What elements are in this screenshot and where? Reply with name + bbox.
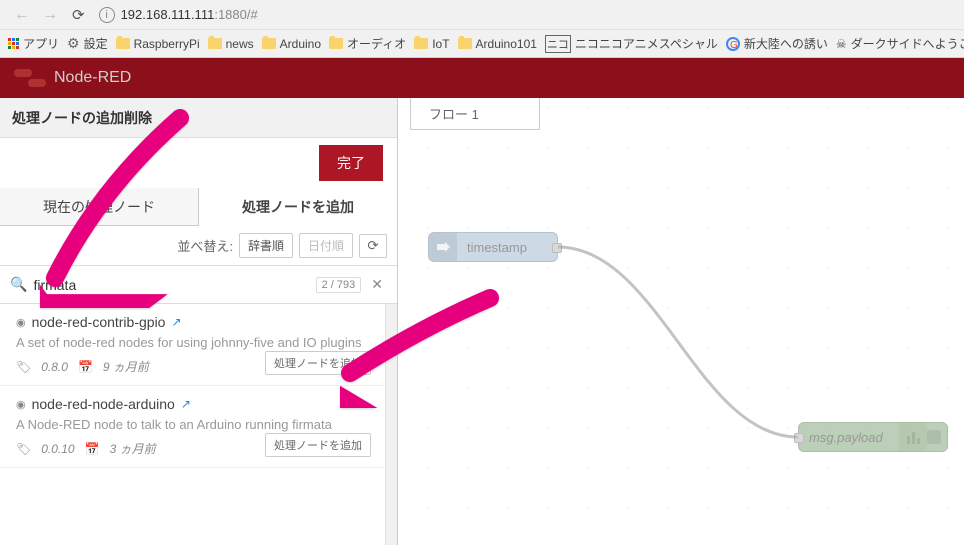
inject-label: timestamp [457,240,537,255]
input-port[interactable] [794,433,804,443]
search-icon: 🔍 [10,276,27,293]
bookmark-folder[interactable]: Arduino [262,37,321,51]
result-version: 0.8.0 [41,360,68,374]
folder-icon [414,38,428,49]
browser-toolbar: ← → ⟳ i 192.168.111.111:1880/# [0,0,964,30]
nico-icon: ニコ [545,35,571,53]
bookmark-label: 新大陸への誘い [744,35,828,52]
bookmark-folder[interactable]: IoT [414,37,449,51]
external-link-icon[interactable]: ↗ [181,397,191,411]
result-description: A set of node-red nodes for using johnny… [16,334,371,352]
result-age: 9 ヵ月前 [103,358,149,375]
bookmark-label: IoT [432,37,449,51]
svg-text:G: G [730,40,738,51]
sort-dict-button[interactable]: 辞書順 [239,233,293,258]
bookmark-folder[interactable]: オーディオ [329,35,406,52]
google-icon: G [726,37,740,51]
folder-icon [116,38,130,49]
vader-icon: ☠ [836,37,847,51]
debug-node[interactable]: msg.payload [798,422,948,452]
main-area: 処理ノードの追加削除 完了 現在の処理ノード 処理ノードを追加 並べ替え: 辞書… [0,98,964,545]
sort-date-button[interactable]: 日付順 [299,233,353,258]
external-link-icon[interactable]: ↗ [171,315,181,329]
debug-icon [899,423,927,451]
bookmark-label: オーディオ [347,35,406,52]
bookmark-shin[interactable]: G 新大陸への誘い [726,35,828,52]
bookmark-label: news [226,37,254,51]
result-version: 0.0.10 [41,442,74,456]
node-red-logo-icon [14,69,46,87]
url-bar[interactable]: 192.168.111.111:1880/# [121,7,258,22]
bookmark-label: 設定 [84,35,108,52]
url-port: :1880 [214,7,247,22]
bookmark-folder[interactable]: Arduino101 [458,37,537,51]
result-name: node-red-node-arduino [32,396,175,412]
bookmark-settings[interactable]: ⚙ 設定 [67,35,108,52]
bookmark-label: ダークサイドへようこそ [851,35,964,52]
folder-icon [262,38,276,49]
bookmark-nico[interactable]: ニコニコニコアニメスペシャル [545,35,718,53]
refresh-icon: ⟳ [367,238,378,254]
app-header: Node-RED [0,58,964,98]
package-icon: ◉ [16,398,26,411]
bookmark-folder[interactable]: news [208,37,254,51]
app-logo: Node-RED [14,69,131,87]
back-button[interactable]: ← [8,6,36,24]
bookmark-dark[interactable]: ☠ ダークサイドへようこそ [836,35,964,52]
bookmark-label: Arduino [280,37,321,51]
debug-label: msg.payload [799,430,899,445]
result-item[interactable]: ◉ node-red-contrib-gpio ↗ A set of node-… [0,304,385,386]
bookmark-label: RaspberryPi [134,37,200,51]
refresh-button[interactable]: ⟳ [359,234,387,258]
annotation-arrow [340,288,500,413]
folder-icon [329,38,343,49]
output-port[interactable] [552,243,562,253]
inject-icon [429,233,457,261]
result-age: 3 ヵ月前 [110,440,156,457]
site-info-icon[interactable]: i [99,7,115,23]
package-icon: ◉ [16,316,26,329]
tab-add-nodes[interactable]: 処理ノードを追加 [199,188,397,226]
debug-toggle[interactable] [927,430,941,444]
add-node-button[interactable]: 処理ノードを追加 [265,433,371,457]
inject-node[interactable]: timestamp [428,232,558,262]
done-button[interactable]: 完了 [319,145,383,181]
result-description: A Node-RED node to talk to an Arduino ru… [16,416,371,434]
folder-icon [208,38,222,49]
results-list[interactable]: ◉ node-red-contrib-gpio ↗ A set of node-… [0,304,385,545]
reload-button[interactable]: ⟳ [64,6,93,24]
folder-icon [458,38,472,49]
apps-label: アプリ [23,35,59,52]
apps-button[interactable]: アプリ [8,35,59,52]
tag-icon: 🏷 [16,442,31,456]
forward-button[interactable]: → [36,6,64,24]
result-name: node-red-contrib-gpio [32,314,166,330]
calendar-icon: 📅 [78,360,93,374]
bookmarks-bar: アプリ ⚙ 設定 RaspberryPi news Arduino オーディオ … [0,30,964,58]
flow-tab[interactable]: フロー 1 [410,98,540,130]
app-title: Node-RED [54,69,131,87]
bookmark-label: ニコニコアニメスペシャル [575,35,718,52]
calendar-icon: 📅 [85,442,100,456]
apps-grid-icon [8,38,19,49]
result-item[interactable]: ◉ node-red-node-arduino ↗ A Node-RED nod… [0,386,385,468]
url-path: /# [247,7,258,22]
bookmark-label: Arduino101 [476,37,537,51]
tag-icon: 🏷 [16,360,31,374]
annotation-arrow [40,108,200,313]
bookmark-folder[interactable]: RaspberryPi [116,37,200,51]
url-host: 192.168.111.111 [121,7,215,22]
gear-icon: ⚙ [67,35,80,52]
